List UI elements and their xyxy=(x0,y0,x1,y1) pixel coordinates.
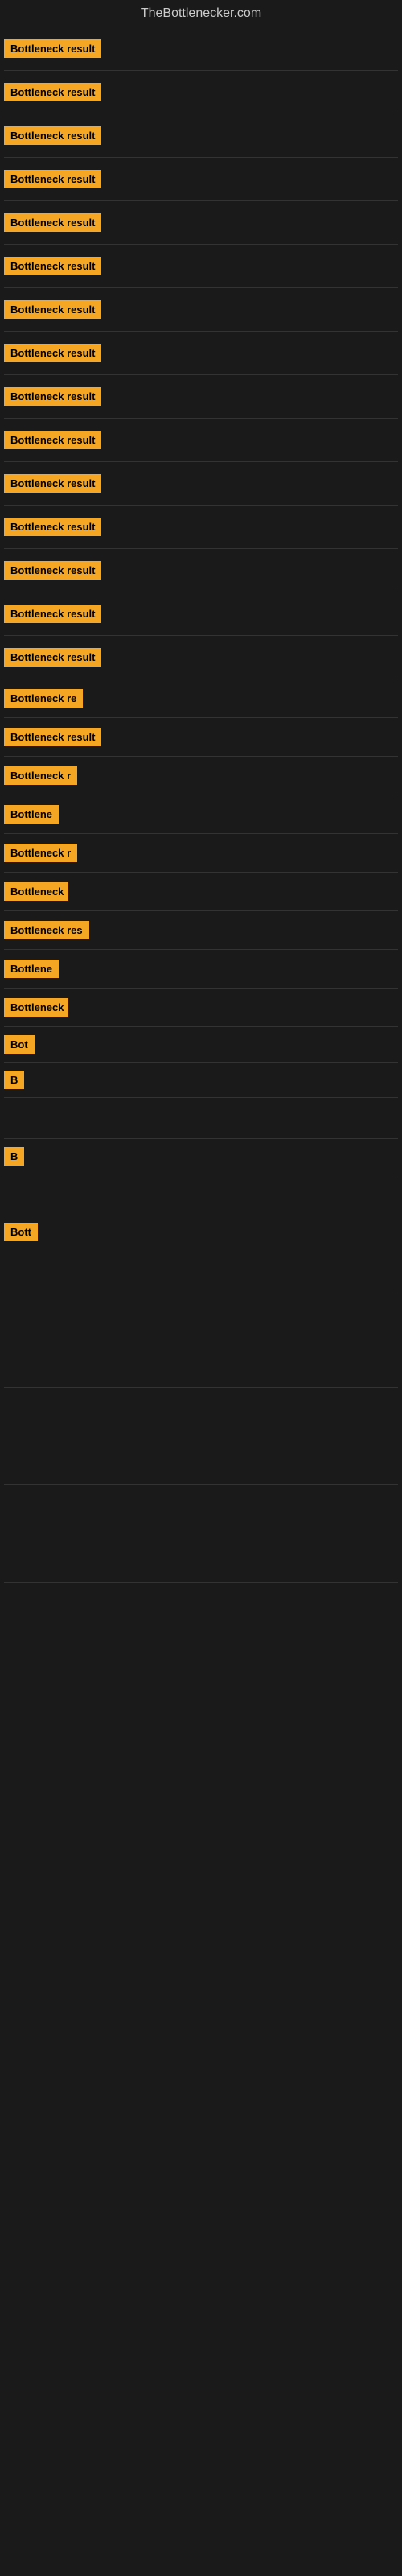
bottleneck-badge: Bottleneck result xyxy=(4,344,101,362)
bottleneck-badge: B xyxy=(4,1071,24,1089)
bottleneck-badge: Bottleneck result xyxy=(4,605,101,623)
bottleneck-badge: Bottleneck result xyxy=(4,561,101,580)
bottleneck-badge: Bottlene xyxy=(4,960,59,978)
bottleneck-badge: Bott xyxy=(4,1223,38,1241)
bottleneck-badge: Bottleneck result xyxy=(4,39,101,58)
list-item xyxy=(0,1388,402,1485)
list-item: Bottleneck result xyxy=(0,506,402,549)
site-title: TheBottlenecker.com xyxy=(0,0,402,27)
bottleneck-badge: Bottleneck result xyxy=(4,648,101,667)
bottleneck-badge: Bottlene xyxy=(4,805,59,824)
list-item: B xyxy=(0,1139,402,1174)
bottleneck-badge: Bottleneck result xyxy=(4,387,101,406)
list-item: Bottleneck xyxy=(0,989,402,1027)
bottleneck-badge: Bottleneck result xyxy=(4,300,101,319)
list-item: Bottleneck result xyxy=(0,718,402,757)
list-item: Bottlene xyxy=(0,950,402,989)
bottleneck-badge: Bottleneck r xyxy=(4,844,77,862)
bottleneck-badge: Bottleneck result xyxy=(4,170,101,188)
bottleneck-badge: B xyxy=(4,1147,24,1166)
list-item: Bottleneck result xyxy=(0,201,402,245)
list-item: B xyxy=(0,1063,402,1098)
bottleneck-badge: Bottleneck result xyxy=(4,474,101,493)
list-item: Bott xyxy=(0,1174,402,1290)
list-item: Bottleneck result xyxy=(0,245,402,288)
list-item: Bottleneck result xyxy=(0,27,402,71)
list-item: Bottleneck res xyxy=(0,911,402,950)
list-item: Bottleneck result xyxy=(0,636,402,679)
list-item: Bottleneck r xyxy=(0,834,402,873)
list-item xyxy=(0,1290,402,1388)
list-item: Bottleneck result xyxy=(0,288,402,332)
list-item: Bottleneck result xyxy=(0,114,402,158)
list-item xyxy=(0,1098,402,1139)
bottleneck-badge: Bottleneck result xyxy=(4,126,101,145)
bottleneck-badge: Bottleneck result xyxy=(4,518,101,536)
bottleneck-badge: Bottleneck xyxy=(4,882,68,901)
list-item: Bot xyxy=(0,1027,402,1063)
list-item: Bottleneck result xyxy=(0,549,402,592)
list-item: Bottleneck re xyxy=(0,679,402,718)
list-item: Bottleneck result xyxy=(0,592,402,636)
list-item: Bottleneck result xyxy=(0,332,402,375)
bottleneck-badge: Bottleneck xyxy=(4,998,68,1017)
list-item: Bottlene xyxy=(0,795,402,834)
bottleneck-badge: Bottleneck res xyxy=(4,921,89,939)
list-item: Bottleneck result xyxy=(0,158,402,201)
list-item xyxy=(0,1485,402,1583)
bottleneck-badge: Bottleneck re xyxy=(4,689,83,708)
bottleneck-badge: Bottleneck result xyxy=(4,728,101,746)
bottleneck-badge: Bottleneck result xyxy=(4,83,101,101)
list-item: Bottleneck r xyxy=(0,757,402,795)
bottleneck-badge: Bottleneck result xyxy=(4,431,101,449)
site-title-text: TheBottlenecker.com xyxy=(141,6,261,20)
list-item: Bottleneck result xyxy=(0,375,402,419)
list-item: Bottleneck result xyxy=(0,71,402,114)
bottleneck-badge: Bottleneck result xyxy=(4,257,101,275)
bottleneck-badge: Bottleneck r xyxy=(4,766,77,785)
list-item: Bottleneck result xyxy=(0,419,402,462)
divider xyxy=(4,1582,398,1583)
bottleneck-badge: Bot xyxy=(4,1035,35,1054)
list-item: Bottleneck result xyxy=(0,462,402,506)
bottleneck-badge: Bottleneck result xyxy=(4,213,101,232)
list-item: Bottleneck xyxy=(0,873,402,911)
